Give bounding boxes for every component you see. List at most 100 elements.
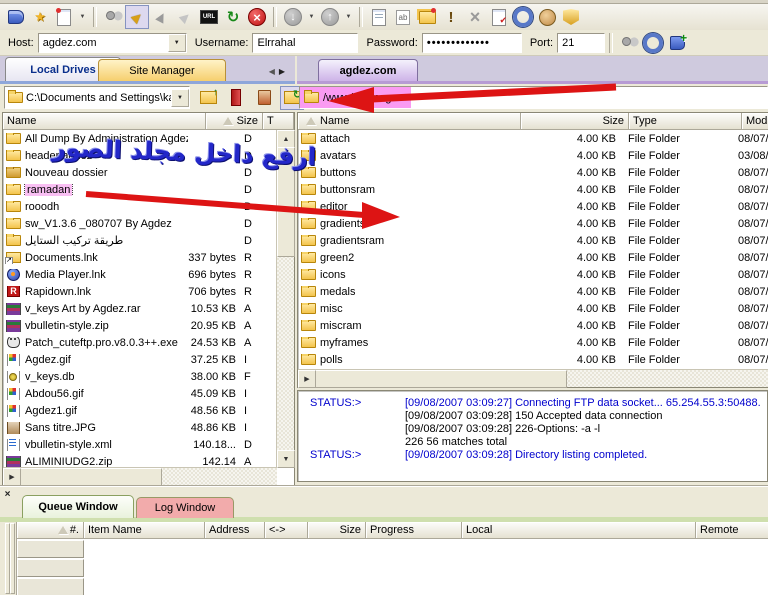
identity-icon[interactable] bbox=[535, 5, 559, 29]
local-vertical-scrollbar[interactable]: ▲ ▼ bbox=[276, 130, 294, 468]
edit-notes-icon[interactable] bbox=[367, 5, 391, 29]
rename-icon[interactable] bbox=[391, 5, 415, 29]
column-header-modified[interactable]: Modifie bbox=[742, 113, 768, 130]
add-to-sites-icon[interactable] bbox=[665, 31, 689, 55]
remote-horizontal-scrollbar[interactable]: ◀ ▶ bbox=[298, 369, 768, 387]
local-horizontal-scrollbar[interactable]: ◀ ▶ bbox=[3, 467, 277, 485]
password-field[interactable]: ••••••••••••• bbox=[422, 33, 522, 53]
v_keys Art by Agdez.rar[interactable]: v_keys Art by Agdez.rar 10.53 KB A bbox=[3, 300, 277, 317]
quick-connect-icon[interactable] bbox=[4, 5, 28, 29]
Sans titre.JPG[interactable]: Sans titre.JPG 48.86 KB I bbox=[3, 419, 277, 436]
scroll-thumb[interactable] bbox=[20, 468, 162, 486]
upload-dropdown[interactable] bbox=[342, 5, 355, 29]
miscram[interactable]: miscram 4.00 KB File Folder 08/07/ bbox=[298, 317, 768, 334]
column-header-size[interactable]: Size bbox=[521, 113, 629, 130]
pointer-disabled-icon[interactable] bbox=[173, 5, 197, 29]
Agdez1.gif[interactable]: Agdez1.gif 48.56 KB I bbox=[3, 402, 277, 419]
remote-path-box[interactable]: /www/vb/images bbox=[299, 86, 768, 109]
queue-column-header[interactable]: Item Name bbox=[84, 522, 205, 539]
tab-log-window[interactable]: Log Window bbox=[136, 497, 234, 518]
gradients[interactable]: gradients 4.00 KB File Folder 08/07/ bbox=[298, 215, 768, 232]
scroll-right-icon[interactable]: ▶ bbox=[3, 468, 21, 486]
green2[interactable]: green2 4.00 KB File Folder 08/07/ bbox=[298, 249, 768, 266]
tab-scroll-right-icon[interactable]: ▶ bbox=[279, 67, 285, 76]
attach[interactable]: attach 4.00 KB File Folder 08/07/ bbox=[298, 130, 768, 147]
Abdou56.gif[interactable]: Abdou56.gif 45.09 KB I bbox=[3, 385, 277, 402]
new-folder-icon[interactable] bbox=[415, 5, 439, 29]
local-path-combo[interactable]: C:\Documents and Settings\ka bbox=[4, 86, 190, 109]
column-header-type[interactable]: T bbox=[263, 113, 294, 130]
queue-column-header[interactable]: Local bbox=[462, 522, 696, 539]
avatars[interactable]: avatars 4.00 KB File Folder 03/08/ bbox=[298, 147, 768, 164]
new-site-dropdown[interactable] bbox=[76, 5, 89, 29]
Rapidown.lnk[interactable]: Rapidown.lnk 706 bytes R bbox=[3, 283, 277, 300]
download-icon[interactable] bbox=[281, 5, 305, 29]
refresh-icon[interactable] bbox=[221, 5, 245, 29]
shield-icon[interactable] bbox=[559, 5, 583, 29]
delete-icon[interactable] bbox=[252, 86, 276, 110]
icons[interactable]: icons 4.00 KB File Folder 08/07/ bbox=[298, 266, 768, 283]
host-combo[interactable]: agdez.com bbox=[38, 33, 187, 53]
connect-plug-icon[interactable] bbox=[617, 31, 641, 55]
misc[interactable]: misc 4.00 KB File Folder 08/07/ bbox=[298, 300, 768, 317]
Documents.lnk[interactable]: Documents.lnk 337 bytes R bbox=[3, 249, 277, 266]
upload-icon[interactable] bbox=[318, 5, 342, 29]
sort-ascending-icon bbox=[58, 526, 68, 534]
drag-mode-icon[interactable] bbox=[149, 5, 173, 29]
tab-remote-site[interactable]: agdez.com bbox=[318, 59, 418, 81]
queue-column-header[interactable]: Progress bbox=[366, 522, 462, 539]
queue-column-header[interactable]: <-> bbox=[265, 522, 308, 539]
tab-queue-window[interactable]: Queue Window bbox=[22, 495, 134, 518]
download-dropdown[interactable] bbox=[305, 5, 318, 29]
queue-column-header[interactable]: #. bbox=[17, 522, 84, 539]
medals[interactable]: medals 4.00 KB File Folder 08/07/ bbox=[298, 283, 768, 300]
vbulletin-style.zip[interactable]: vbulletin-style.zip 20.95 KB A bbox=[3, 317, 277, 334]
myframes[interactable]: myframes 4.00 KB File Folder 08/07/ bbox=[298, 334, 768, 351]
v_keys.db[interactable]: v_keys.db 38.00 KB F bbox=[3, 368, 277, 385]
Patch_cuteftp.pro.v8.0.3++.exe[interactable]: Patch_cuteftp.pro.v8.0.3++.exe 24.53 KB … bbox=[3, 334, 277, 351]
queue-column-header[interactable]: Size bbox=[308, 522, 366, 539]
tab-site-manager[interactable]: Site Manager bbox=[98, 59, 226, 81]
ALIMINIUDG2.zip[interactable]: ALIMINIUDG2.zip 142.14 A bbox=[3, 453, 277, 468]
options-gear-icon[interactable] bbox=[641, 31, 665, 55]
sw_V1.3.6 _080707 By Agdez[interactable]: sw_V1.3.6 _080707 By Agdez D bbox=[3, 215, 277, 232]
host-dropdown-icon[interactable] bbox=[168, 34, 186, 52]
vbulletin-style.xml[interactable]: vbulletin-style.xml 140.18... D bbox=[3, 436, 277, 453]
bookmarks-icon[interactable] bbox=[224, 86, 248, 110]
alert-icon[interactable] bbox=[439, 5, 463, 29]
Agdez.gif[interactable]: Agdez.gif 37.25 KB I bbox=[3, 351, 277, 368]
verify-icon[interactable] bbox=[487, 5, 511, 29]
polls[interactable]: polls 4.00 KB File Folder 08/07/ bbox=[298, 351, 768, 368]
dock-grip[interactable] bbox=[10, 523, 15, 594]
reconnect-plug-icon[interactable] bbox=[101, 5, 125, 29]
abort-icon[interactable] bbox=[245, 5, 269, 29]
ramadan[interactable]: ramadan D bbox=[3, 181, 277, 198]
queue-column-header[interactable]: Remote bbox=[696, 522, 768, 539]
column-header-size[interactable]: Size bbox=[206, 113, 263, 130]
buttons[interactable]: buttons 4.00 KB File Folder 08/07/ bbox=[298, 164, 768, 181]
scroll-thumb[interactable] bbox=[315, 370, 567, 388]
buttonsram[interactable]: buttonsram 4.00 KB File Folder 08/07/ bbox=[298, 181, 768, 198]
column-header-type[interactable]: Type bbox=[629, 113, 742, 130]
gradientsram[interactable]: gradientsram 4.00 KB File Folder 08/07/ bbox=[298, 232, 768, 249]
column-header-name[interactable]: Name bbox=[298, 113, 521, 130]
new-site-icon[interactable] bbox=[52, 5, 76, 29]
طريقة تركيب الستايل[interactable]: طريقة تركيب الستايل D bbox=[3, 232, 277, 249]
delete-icon[interactable] bbox=[463, 5, 487, 29]
port-field[interactable]: 21 bbox=[557, 33, 605, 53]
connection-wizard-icon[interactable] bbox=[28, 5, 52, 29]
url-capture-icon[interactable] bbox=[197, 5, 221, 29]
rooodh[interactable]: rooodh D bbox=[3, 198, 277, 215]
settings-gear-icon[interactable] bbox=[511, 5, 535, 29]
local-path-dropdown-icon[interactable] bbox=[171, 89, 189, 107]
Media Player.lnk[interactable]: Media Player.lnk 696 bytes R bbox=[3, 266, 277, 283]
tab-scroll-left-icon[interactable]: ◀ bbox=[269, 67, 275, 76]
editor[interactable]: editor 4.00 KB File Folder 08/07/ bbox=[298, 198, 768, 215]
username-field[interactable]: Elrrahal bbox=[252, 33, 358, 53]
queue-column-header[interactable]: Address bbox=[205, 522, 265, 539]
column-header-name[interactable]: Name bbox=[3, 113, 206, 130]
scroll-right-icon[interactable]: ▶ bbox=[298, 370, 316, 388]
parent-folder-icon[interactable] bbox=[196, 86, 220, 110]
select-mode-icon[interactable] bbox=[125, 5, 149, 29]
scroll-down-icon[interactable]: ▼ bbox=[277, 450, 295, 468]
